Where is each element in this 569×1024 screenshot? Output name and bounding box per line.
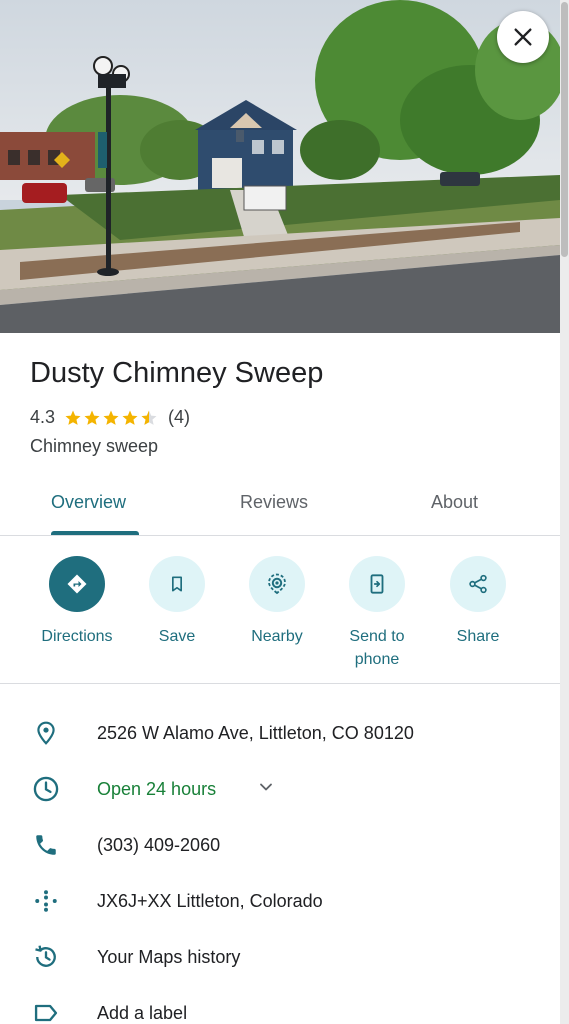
- star-icon: [84, 410, 100, 425]
- hours-text: Open 24 hours: [97, 778, 217, 799]
- maps-history-text: Your Maps history: [97, 946, 241, 967]
- star-icon: [103, 410, 119, 425]
- share-button[interactable]: Share: [428, 556, 528, 648]
- tab-about[interactable]: About: [431, 492, 478, 513]
- phone-text: (303) 409-2060: [97, 834, 221, 855]
- history-icon: [30, 941, 62, 973]
- hours-row[interactable]: Open 24 hours: [0, 761, 560, 817]
- active-tab-indicator: [51, 531, 139, 535]
- plus-code-icon: [30, 885, 62, 917]
- location-pin-icon: [30, 717, 62, 749]
- place-panel: Dusty Chimney Sweep 4.3 (4) Chimney swee…: [0, 0, 560, 1024]
- plus-code-text: JX6J+XX Littleton, Colorado: [97, 890, 323, 911]
- address-text: 2526 W Alamo Ave, Littleton, CO 80120: [97, 722, 414, 743]
- tab-bar: Overview Reviews About: [0, 478, 560, 536]
- review-count[interactable]: (4): [168, 407, 190, 428]
- action-bar: Directions Save Nearby Send to phone Sha…: [0, 537, 560, 684]
- nearby-button[interactable]: Nearby: [227, 556, 327, 648]
- share-icon: [469, 574, 487, 594]
- phone-row[interactable]: (303) 409-2060: [0, 817, 560, 873]
- street-view-image: [0, 0, 560, 333]
- place-title: Dusty Chimney Sweep: [30, 357, 324, 389]
- save-label: Save: [158, 628, 196, 645]
- send-to-phone-label: Send to phone: [349, 628, 405, 668]
- half-star-icon: [141, 410, 157, 425]
- send-to-phone-icon: [370, 574, 384, 594]
- save-button[interactable]: Save: [127, 556, 227, 648]
- directions-circle: [49, 556, 105, 612]
- share-label: Share: [456, 628, 500, 645]
- chevron-down-icon[interactable]: [256, 777, 276, 802]
- directions-label: Directions: [41, 628, 113, 645]
- send-to-phone-circle: [349, 556, 405, 612]
- share-circle: [450, 556, 506, 612]
- scrollbar-thumb[interactable]: [561, 2, 568, 257]
- nearby-circle: [249, 556, 305, 612]
- phone-icon: [30, 829, 62, 861]
- tab-overview[interactable]: Overview: [51, 492, 126, 513]
- place-photo[interactable]: [0, 0, 560, 333]
- tab-reviews[interactable]: Reviews: [240, 492, 308, 513]
- close-icon: [514, 28, 532, 46]
- save-circle: [149, 556, 205, 612]
- scrollbar[interactable]: [560, 0, 569, 1024]
- send-to-phone-button[interactable]: Send to phone: [327, 556, 427, 671]
- add-label-row[interactable]: Add a label: [0, 985, 560, 1024]
- place-category[interactable]: Chimney sweep: [30, 436, 158, 457]
- clock-icon: [30, 773, 62, 805]
- plus-code-row[interactable]: JX6J+XX Littleton, Colorado: [0, 873, 560, 929]
- star-icon: [122, 410, 138, 425]
- add-label-text: Add a label: [97, 1002, 188, 1023]
- address-row[interactable]: 2526 W Alamo Ave, Littleton, CO 80120: [0, 705, 560, 761]
- star-rating: [64, 409, 159, 427]
- directions-button[interactable]: Directions: [27, 556, 127, 648]
- close-button[interactable]: [497, 11, 549, 63]
- nearby-icon: [268, 573, 286, 595]
- bookmark-icon: [172, 576, 182, 592]
- nearby-label: Nearby: [251, 628, 303, 645]
- directions-icon: [67, 574, 87, 594]
- rating-value: 4.3: [30, 407, 56, 427]
- star-icon: [65, 410, 81, 425]
- label-icon: [30, 997, 62, 1024]
- rating-row[interactable]: 4.3 (4): [30, 407, 190, 428]
- maps-history-row[interactable]: Your Maps history: [0, 929, 560, 985]
